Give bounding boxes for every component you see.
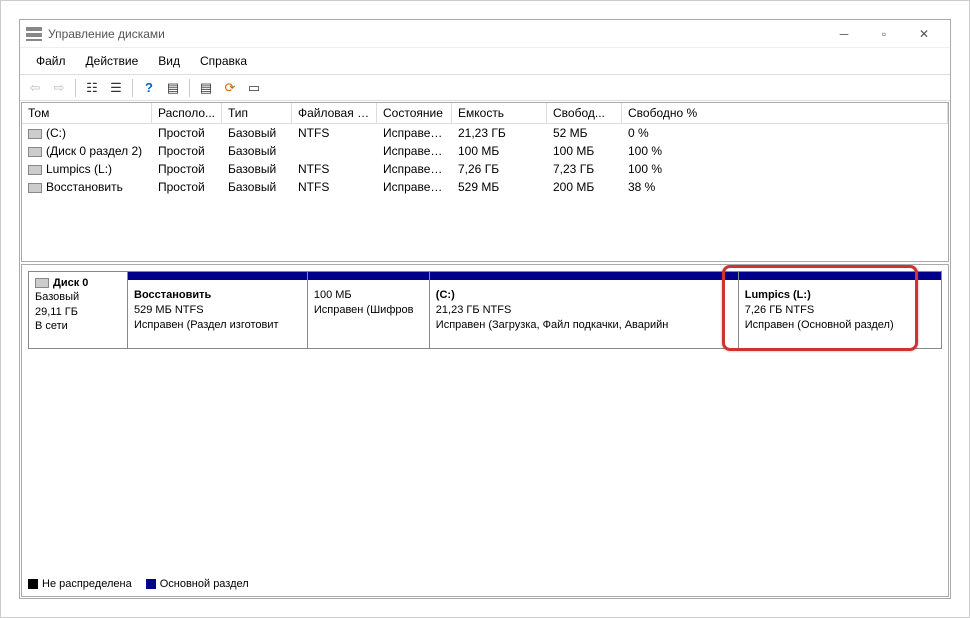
minimize-button[interactable]: ─ xyxy=(824,22,864,46)
volume-row[interactable]: (C:)ПростойБазовыйNTFSИсправен...21,23 Г… xyxy=(22,124,948,142)
legend-primary: Основной раздел xyxy=(146,578,249,590)
partition[interactable]: Восстановить529 МБ NTFSИсправен (Раздел … xyxy=(128,272,307,348)
volume-rows: (C:)ПростойБазовыйNTFSИсправен...21,23 Г… xyxy=(22,124,948,261)
partition[interactable]: 100 МБИсправен (Шифров xyxy=(307,272,429,348)
menu-action[interactable]: Действие xyxy=(78,52,147,70)
app-icon xyxy=(26,27,42,41)
disk-type: Базовый xyxy=(35,291,79,303)
menu-help[interactable]: Справка xyxy=(192,52,255,70)
col-freepct[interactable]: Свободно % xyxy=(622,103,948,123)
col-free[interactable]: Свобод... xyxy=(547,103,622,123)
toolbar-button-1[interactable]: ☷ xyxy=(81,78,103,98)
column-headers[interactable]: Том Располо... Тип Файловая с... Состоян… xyxy=(22,103,948,124)
toolbar-button-3[interactable]: ▤ xyxy=(162,78,184,98)
col-type[interactable]: Тип xyxy=(222,103,292,123)
toolbar-button-4[interactable]: ▤ xyxy=(195,78,217,98)
maximize-button[interactable]: ▫ xyxy=(864,22,904,46)
disk-row: Диск 0 Базовый 29,11 ГБ В сети Восстанов… xyxy=(28,271,942,349)
close-button[interactable]: ✕ xyxy=(904,22,944,46)
titlebar[interactable]: Управление дисками ─ ▫ ✕ xyxy=(20,20,950,48)
disk-map[interactable]: Диск 0 Базовый 29,11 ГБ В сети Восстанов… xyxy=(21,264,949,597)
col-status[interactable]: Состояние xyxy=(377,103,452,123)
legend: Не распределена Основной раздел xyxy=(28,578,249,590)
col-layout[interactable]: Располо... xyxy=(152,103,222,123)
toolbar: ⇦ ⇨ ☷ ☰ ? ▤ ▤ ⟳ ▭ xyxy=(20,75,950,101)
col-fs[interactable]: Файловая с... xyxy=(292,103,377,123)
forward-button[interactable]: ⇨ xyxy=(48,78,70,98)
help-icon[interactable]: ? xyxy=(138,78,160,98)
disk-icon xyxy=(35,278,49,288)
partition[interactable]: Lumpics (L:)7,26 ГБ NTFSИсправен (Основн… xyxy=(738,272,941,348)
window-frame: Управление дисками ─ ▫ ✕ Файл Действие В… xyxy=(0,0,970,618)
disk-label: Диск 0 xyxy=(53,277,88,289)
window-inner: Управление дисками ─ ▫ ✕ Файл Действие В… xyxy=(19,19,951,599)
toolbar-button-2[interactable]: ☰ xyxy=(105,78,127,98)
legend-unallocated: Не распределена xyxy=(28,578,132,590)
window-title: Управление дисками xyxy=(48,27,165,41)
col-volume[interactable]: Том xyxy=(22,103,152,123)
partitions: Восстановить529 МБ NTFSИсправен (Раздел … xyxy=(128,271,942,349)
disk-header[interactable]: Диск 0 Базовый 29,11 ГБ В сети xyxy=(28,271,128,349)
volume-row[interactable]: Lumpics (L:)ПростойБазовыйNTFSИсправен..… xyxy=(22,160,948,178)
toolbar-button-5[interactable]: ▭ xyxy=(243,78,265,98)
disk-size: 29,11 ГБ xyxy=(35,306,78,318)
refresh-icon[interactable]: ⟳ xyxy=(219,78,241,98)
back-button[interactable]: ⇦ xyxy=(24,78,46,98)
volume-row[interactable]: (Диск 0 раздел 2)ПростойБазовыйИсправен.… xyxy=(22,142,948,160)
col-capacity[interactable]: Емкость xyxy=(452,103,547,123)
menu-view[interactable]: Вид xyxy=(150,52,188,70)
volume-list[interactable]: Том Располо... Тип Файловая с... Состоян… xyxy=(21,102,949,262)
menu-file[interactable]: Файл xyxy=(28,52,74,70)
volume-row[interactable]: ВосстановитьПростойБазовыйNTFSИсправен..… xyxy=(22,178,948,196)
partition[interactable]: (C:)21,23 ГБ NTFSИсправен (Загрузка, Фай… xyxy=(429,272,738,348)
menubar: Файл Действие Вид Справка xyxy=(20,48,950,75)
disk-online: В сети xyxy=(35,320,68,332)
